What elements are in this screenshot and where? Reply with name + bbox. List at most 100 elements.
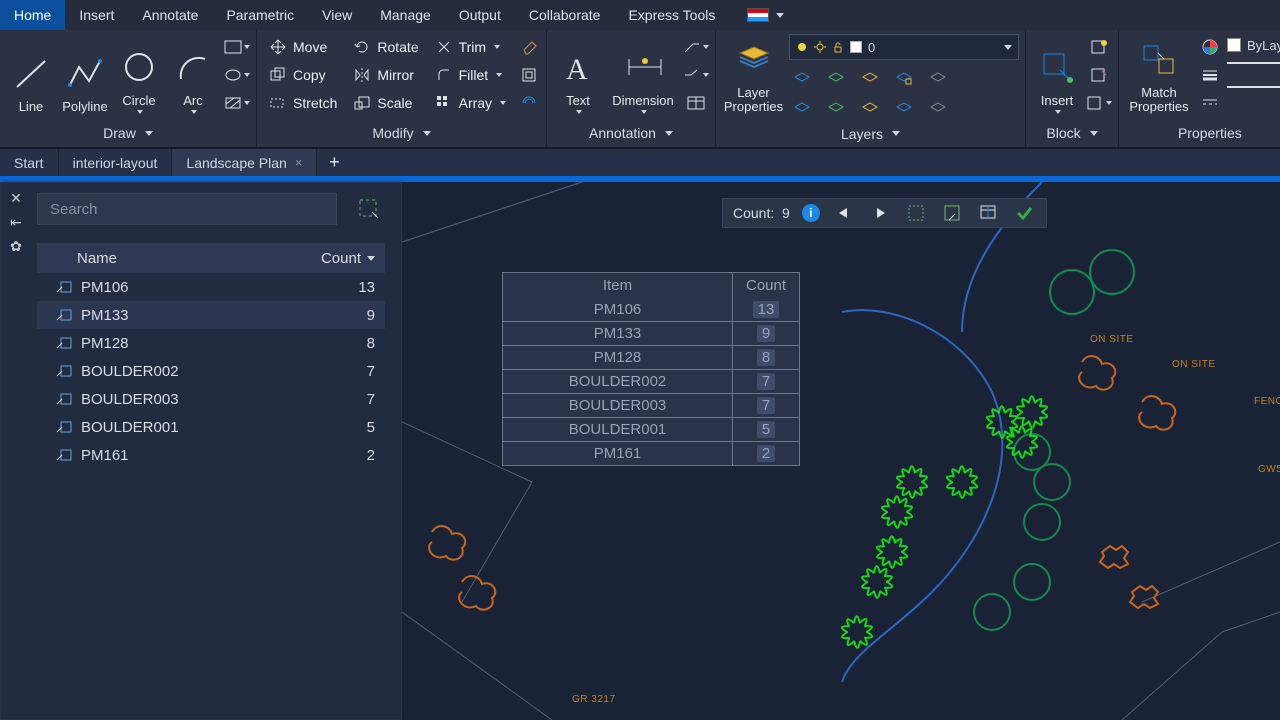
layer-properties-button[interactable]: Layer Properties [722,34,785,116]
layer-iso-icon[interactable] [789,68,815,90]
hatch-icon[interactable] [224,90,250,116]
select-objects-icon[interactable] [353,193,385,225]
count-row[interactable]: BOULDER0027 [37,357,385,385]
svg-text:GW5252: GW5252 [1258,464,1280,475]
panel-layers: Layer Properties 0 [716,30,1026,147]
leader-icon[interactable] [683,34,709,60]
menu-tab-collaborate[interactable]: Collaborate [515,0,615,30]
linetype-icon[interactable] [1197,90,1223,116]
highlight-icon[interactable] [940,201,964,225]
doc-tab-landscape-plan[interactable]: Landscape Plan× [172,149,317,176]
array-tool[interactable]: Array [429,90,512,116]
insert-table-icon[interactable] [976,201,1000,225]
panel-modify: Move Copy Stretch Rotate Mirror Scale Tr… [257,30,547,147]
sun-icon [814,41,826,53]
locale-selector[interactable] [747,0,784,30]
create-block-icon[interactable] [1086,34,1112,60]
menu-tab-output[interactable]: Output [445,0,515,30]
menu-tab-express-tools[interactable]: Express Tools [614,0,729,30]
layer-match-icon[interactable] [925,68,951,90]
svg-text:ON SITE: ON SITE [1090,334,1134,345]
color-wheel-icon[interactable] [1197,34,1223,60]
close-icon[interactable]: × [295,155,303,170]
trim-tool[interactable]: Trim [429,34,512,60]
layer-state-icon[interactable] [925,98,951,120]
svg-text:GR 3217: GR 3217 [572,694,616,705]
drawing-canvas[interactable]: ON SITE ON SITE FENCE GW5252 GR 3217 [402,182,1280,720]
layer-thaw-icon[interactable] [857,98,883,120]
mleader-icon[interactable] [683,62,709,88]
copy-tool[interactable]: Copy [263,62,343,88]
info-icon[interactable]: i [802,204,820,222]
arc-tool[interactable]: Arc [168,34,218,116]
erase-icon[interactable] [516,34,542,60]
close-icon[interactable]: ✕ [7,189,25,207]
panel-properties: Match Properties ByLayer Properties [1119,30,1280,147]
search-input[interactable]: Search [37,193,337,225]
mirror-tool[interactable]: Mirror [347,62,424,88]
match-properties-button[interactable]: Match Properties [1125,34,1193,116]
menu-tab-manage[interactable]: Manage [366,0,445,30]
polyline-tool[interactable]: Polyline [60,34,110,116]
pin-icon[interactable]: ⇤ [7,213,25,231]
count-palette: ✕ ⇤ ✿ Search Name Count PM10613PM1339PM1… [0,182,402,720]
zoom-extents-icon[interactable] [904,201,928,225]
layer-lock-icon[interactable] [891,68,917,90]
next-icon[interactable] [868,201,892,225]
explode-icon[interactable] [516,62,542,88]
accept-icon[interactable] [1012,201,1036,225]
menu-tab-insert[interactable]: Insert [65,0,128,30]
offset-icon[interactable] [516,90,542,116]
ellipse-icon[interactable] [224,62,250,88]
layer-freeze-icon[interactable] [857,68,883,90]
count-row[interactable]: BOULDER0015 [37,413,385,441]
doc-tab-start[interactable]: Start [0,149,59,176]
layer-unlock-icon[interactable] [891,98,917,120]
rotate-tool[interactable]: Rotate [347,34,424,60]
table-icon[interactable] [683,90,709,116]
menu-tabs: HomeInsertAnnotateParametricViewManageOu… [0,0,1280,30]
dimension-tool[interactable]: Dimension [607,34,679,116]
doc-tab-interior-layout[interactable]: interior-layout [59,149,173,176]
menu-tab-view[interactable]: View [308,0,366,30]
menu-tab-home[interactable]: Home [0,0,65,30]
count-row[interactable]: PM1612 [37,441,385,469]
layer-prev-icon[interactable] [789,98,815,120]
move-tool[interactable]: Move [263,34,343,60]
doc-tabs: Startinterior-layoutLandscape Plan× + [0,148,1280,176]
layer-on-icon[interactable] [823,98,849,120]
new-tab-button[interactable]: + [317,152,351,173]
svg-text:A: A [566,53,588,85]
count-row[interactable]: PM1288 [37,329,385,357]
count-label: Count: 9 [733,205,790,221]
edit-attr-icon[interactable] [1086,90,1112,116]
menu-tab-annotate[interactable]: Annotate [128,0,212,30]
count-floating-toolbar: Count: 9 i [722,198,1047,228]
count-header[interactable]: Name Count [37,243,385,273]
rectangle-icon[interactable] [224,34,250,60]
fillet-tool[interactable]: Fillet [429,62,512,88]
menu-tab-parametric[interactable]: Parametric [212,0,308,30]
layer-combo[interactable]: 0 [789,34,1019,60]
layer-off-icon[interactable] [823,68,849,90]
panel-block: Insert Block [1026,30,1119,147]
insert-block-button[interactable]: Insert [1032,34,1082,116]
count-row[interactable]: PM1339 [37,301,385,329]
bylayer-label: ByLayer [1247,38,1280,53]
text-tool[interactable]: AText [553,34,603,116]
circle-tool[interactable]: Circle [114,34,164,116]
drawing-count-table[interactable]: ItemCount PM10613PM1339PM1288BOULDER0027… [502,272,800,466]
edit-block-icon[interactable] [1086,62,1112,88]
svg-text:FENCE: FENCE [1254,396,1280,407]
prev-icon[interactable] [832,201,856,225]
line-tool[interactable]: Line [6,34,56,116]
lineweight-icon[interactable] [1197,62,1223,88]
settings-icon[interactable]: ✿ [7,237,25,255]
panel-draw: Line Polyline Circle Arc Draw [0,30,257,147]
lineweight-preview [1227,62,1280,80]
count-row[interactable]: PM10613 [37,273,385,301]
scale-tool[interactable]: Scale [347,90,424,116]
count-row[interactable]: BOULDER0037 [37,385,385,413]
linetype-preview [1227,86,1280,104]
stretch-tool[interactable]: Stretch [263,90,343,116]
